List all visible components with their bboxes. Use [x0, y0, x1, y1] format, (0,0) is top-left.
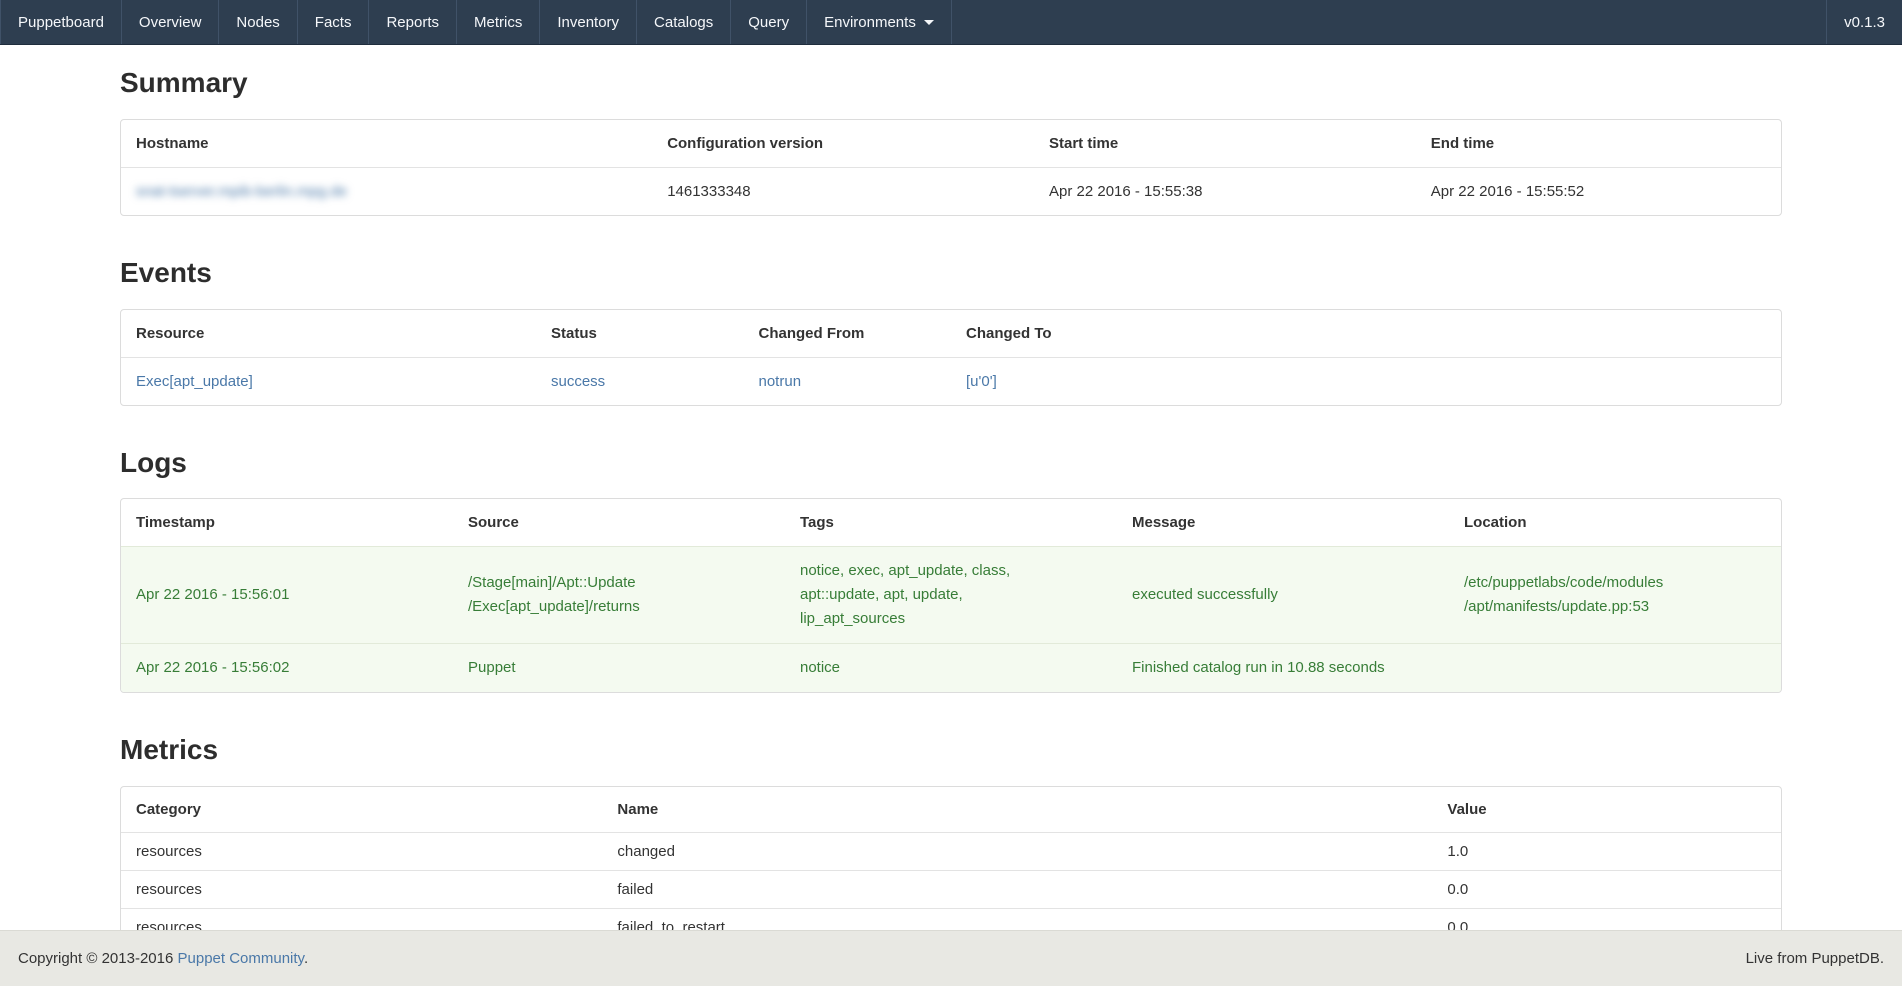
nav-item-nodes[interactable]: Nodes — [219, 0, 297, 44]
log-message-cell: Finished catalog run in 10.88 seconds — [1117, 644, 1449, 693]
nav-item-overview[interactable]: Overview — [122, 0, 220, 44]
metric-value-cell: 1.0 — [1432, 833, 1781, 871]
metric-row: resources failed 0.0 — [121, 871, 1781, 909]
events-col-changed-to: Changed To — [951, 310, 1781, 358]
metric-name-cell: failed — [602, 871, 1432, 909]
logs-col-location: Location — [1449, 499, 1781, 547]
summary-table: Hostname Configuration version Start tim… — [121, 120, 1781, 215]
events-heading: Events — [120, 258, 1782, 289]
log-tags-cell: notice, exec, apt_update, class, apt::up… — [785, 547, 1117, 644]
metrics-table: Category Name Value resources changed 1.… — [121, 787, 1781, 946]
log-timestamp-cell: Apr 22 2016 - 15:56:01 — [121, 547, 453, 644]
environments-dropdown-label: Environments — [824, 14, 916, 31]
summary-col-end-time: End time — [1416, 120, 1781, 168]
summary-row: snat-tserver.mpib-berlin.mpg.de 14613333… — [121, 167, 1781, 215]
log-tags-cell: notice — [785, 644, 1117, 693]
log-message-cell: executed successfully — [1117, 547, 1449, 644]
event-resource-cell: Exec[apt_update] — [121, 357, 536, 405]
metrics-col-value: Value — [1432, 787, 1781, 833]
environments-dropdown[interactable]: Environments — [807, 0, 952, 44]
summary-col-start-time: Start time — [1034, 120, 1416, 168]
metric-category-cell: resources — [121, 871, 602, 909]
log-timestamp-cell: Apr 22 2016 - 15:56:02 — [121, 644, 453, 693]
navbar-brand-label: Puppetboard — [18, 14, 104, 31]
footer: Copyright © 2013-2016 Puppet Community. … — [0, 930, 1902, 986]
summary-header-row: Hostname Configuration version Start tim… — [121, 120, 1781, 168]
events-panel: Resource Status Changed From Changed To … — [120, 309, 1782, 406]
metric-value-cell: 0.0 — [1432, 871, 1781, 909]
event-status-cell: success — [536, 357, 744, 405]
puppet-community-link[interactable]: Puppet Community — [178, 950, 304, 967]
metric-row: resources changed 1.0 — [121, 833, 1781, 871]
navbar-left-group: Puppetboard Overview Nodes Facts Reports… — [0, 0, 952, 44]
event-resource-link[interactable]: Exec[apt_update] — [136, 373, 253, 390]
nav-item-catalogs[interactable]: Catalogs — [637, 0, 731, 44]
footer-copyright: Copyright © 2013-2016 Puppet Community. — [18, 950, 308, 967]
log-location-cell: /etc/puppetlabs/code/modules /apt/manife… — [1449, 547, 1781, 644]
summary-panel: Hostname Configuration version Start tim… — [120, 119, 1782, 216]
top-navbar: Puppetboard Overview Nodes Facts Reports… — [0, 0, 1902, 45]
event-changed-from-cell: notrun — [744, 357, 952, 405]
metrics-heading: Metrics — [120, 735, 1782, 766]
log-row: Apr 22 2016 - 15:56:02 Puppet notice Fin… — [121, 644, 1781, 693]
logs-col-tags: Tags — [785, 499, 1117, 547]
chevron-down-icon — [924, 20, 934, 25]
summary-col-config-version: Configuration version — [652, 120, 1034, 168]
metric-name-cell: changed — [602, 833, 1432, 871]
nav-item-metrics[interactable]: Metrics — [457, 0, 540, 44]
logs-heading: Logs — [120, 448, 1782, 479]
events-col-status: Status — [536, 310, 744, 358]
navbar-brand[interactable]: Puppetboard — [0, 0, 122, 44]
nav-item-facts[interactable]: Facts — [298, 0, 370, 44]
metrics-header-row: Category Name Value — [121, 787, 1781, 833]
nav-item-reports[interactable]: Reports — [369, 0, 457, 44]
log-source-cell: Puppet — [453, 644, 785, 693]
logs-col-source: Source — [453, 499, 785, 547]
summary-col-hostname: Hostname — [121, 120, 652, 168]
logs-col-timestamp: Timestamp — [121, 499, 453, 547]
events-col-changed-from: Changed From — [744, 310, 952, 358]
event-row: Exec[apt_update] success notrun [u'0'] — [121, 357, 1781, 405]
start-time-cell: Apr 22 2016 - 15:55:38 — [1034, 167, 1416, 215]
logs-col-message: Message — [1117, 499, 1449, 547]
event-changed-to-link[interactable]: [u'0'] — [966, 373, 997, 390]
events-table: Resource Status Changed From Changed To … — [121, 310, 1781, 405]
metrics-col-name: Name — [602, 787, 1432, 833]
config-version-cell: 1461333348 — [652, 167, 1034, 215]
logs-panel: Timestamp Source Tags Message Location A… — [120, 498, 1782, 693]
metrics-col-category: Category — [121, 787, 602, 833]
version-badge: v0.1.3 — [1826, 0, 1902, 44]
logs-header-row: Timestamp Source Tags Message Location — [121, 499, 1781, 547]
event-status-link[interactable]: success — [551, 373, 605, 390]
hostname-link-redacted[interactable]: snat-tserver.mpib-berlin.mpg.de — [136, 183, 347, 200]
log-location-cell — [1449, 644, 1781, 693]
event-changed-from-link[interactable]: notrun — [759, 373, 802, 390]
hostname-cell: snat-tserver.mpib-berlin.mpg.de — [121, 167, 652, 215]
logs-table: Timestamp Source Tags Message Location A… — [121, 499, 1781, 692]
metric-category-cell: resources — [121, 833, 602, 871]
events-col-resource: Resource — [121, 310, 536, 358]
log-source-cell: /Stage[main]/Apt::Update /Exec[apt_updat… — [453, 547, 785, 644]
footer-puppetdb-status: Live from PuppetDB. — [1746, 950, 1884, 967]
nav-item-query[interactable]: Query — [731, 0, 807, 44]
log-row: Apr 22 2016 - 15:56:01 /Stage[main]/Apt:… — [121, 547, 1781, 644]
event-changed-to-cell: [u'0'] — [951, 357, 1781, 405]
navbar-spacer — [952, 0, 1826, 44]
end-time-cell: Apr 22 2016 - 15:55:52 — [1416, 167, 1781, 215]
nav-item-inventory[interactable]: Inventory — [540, 0, 637, 44]
summary-heading: Summary — [120, 68, 1782, 99]
main-content: Summary Hostname Configuration version S… — [120, 68, 1782, 947]
events-header-row: Resource Status Changed From Changed To — [121, 310, 1781, 358]
metrics-panel: Category Name Value resources changed 1.… — [120, 786, 1782, 947]
